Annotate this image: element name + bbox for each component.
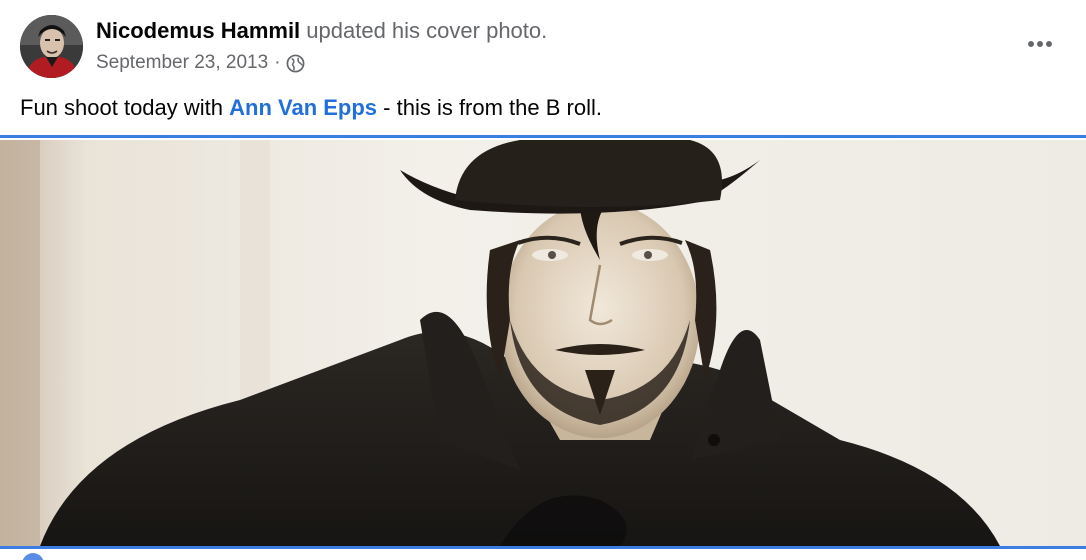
cover-photo-image [0,140,1086,546]
post-action-text: updated his cover photo. [306,18,548,43]
post-date-link[interactable]: September 23, 2013 [96,50,268,76]
avatar-image [20,15,83,78]
feed-post: Nicodemus Hammil updated his cover photo… [0,0,1086,560]
caption-text-before: Fun shoot today with [20,95,230,120]
post-title-line: Nicodemus Hammil updated his cover photo… [96,16,547,46]
author-name-link[interactable]: Nicodemus Hammil [96,18,300,43]
post-meta: September 23, 2013 · [96,50,305,76]
globe-icon[interactable] [286,54,305,73]
post-footer-edge [0,549,1086,560]
post-header: Nicodemus Hammil updated his cover photo… [0,0,1086,90]
mention-link[interactable]: Ann Van Epps [229,95,377,120]
author-avatar[interactable] [20,15,83,78]
reaction-icon [22,553,44,560]
caption-text-after: - this is from the B roll. [377,95,602,120]
meta-separator: · [274,52,281,73]
cover-photo[interactable] [0,140,1086,546]
post-caption: Fun shoot today with Ann Van Epps - this… [20,93,602,123]
photo-top-border [0,135,1086,138]
more-options-icon[interactable] [1018,28,1062,60]
